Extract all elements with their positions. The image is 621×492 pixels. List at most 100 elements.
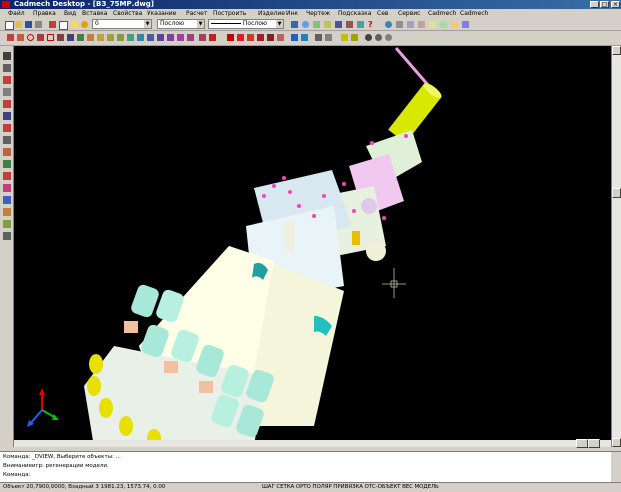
command-scrollbar[interactable]	[611, 452, 621, 482]
tool-5-icon[interactable]	[3, 100, 11, 108]
save-icon[interactable]	[24, 20, 33, 29]
snap-midpoint-icon[interactable]	[236, 33, 245, 42]
snap-quadrant-icon[interactable]	[256, 33, 265, 42]
tool-9-icon[interactable]	[3, 148, 11, 156]
offset-icon[interactable]	[208, 33, 217, 42]
scroll-left-icon[interactable]	[576, 439, 588, 448]
menu-build[interactable]: Построить	[213, 9, 246, 18]
line-icon[interactable]	[6, 33, 15, 42]
zoom-extents-icon[interactable]	[384, 33, 393, 42]
scroll-up-icon[interactable]	[612, 46, 621, 55]
view-iso-icon[interactable]	[417, 20, 426, 29]
tool-14-icon[interactable]	[3, 208, 11, 216]
tool-15-icon[interactable]	[3, 220, 11, 228]
fillet-icon[interactable]	[156, 33, 165, 42]
menu-item[interactable]: Изделие	[258, 9, 285, 18]
snap-center-icon[interactable]	[246, 33, 255, 42]
scroll-right-icon[interactable]	[588, 439, 600, 448]
move-icon[interactable]	[86, 33, 95, 42]
extrude-icon[interactable]	[340, 33, 349, 42]
vertical-scrollbar[interactable]	[611, 46, 621, 447]
shade-icon[interactable]	[428, 20, 437, 29]
snap-endpoint-icon[interactable]	[226, 33, 235, 42]
tool-16-icon[interactable]	[3, 232, 11, 240]
open-icon[interactable]	[14, 20, 23, 29]
erase-icon[interactable]	[186, 33, 195, 42]
tool-8-icon[interactable]	[3, 136, 11, 144]
revolve-icon[interactable]	[350, 33, 359, 42]
color-select[interactable]: Послою ▼	[157, 19, 205, 29]
menu-cadmech-1[interactable]: Cadmech	[428, 9, 456, 18]
chevron-down-icon[interactable]: ▼	[197, 20, 204, 28]
zoom-window-icon[interactable]	[312, 20, 321, 29]
drawing-canvas[interactable]	[14, 46, 611, 447]
circle-icon[interactable]	[26, 33, 35, 42]
block-icon[interactable]	[314, 33, 323, 42]
insert-icon[interactable]	[324, 33, 333, 42]
menu-hint[interactable]: Подсказка	[338, 9, 371, 18]
rectangle-icon[interactable]	[46, 33, 55, 42]
explode-icon[interactable]	[176, 33, 185, 42]
scroll-thumb[interactable]	[612, 188, 621, 198]
menu-sev[interactable]: Сев	[377, 9, 388, 18]
menu-insert[interactable]: Вставка	[82, 9, 107, 18]
pan-icon[interactable]	[290, 20, 299, 29]
tool-4-icon[interactable]	[3, 88, 11, 96]
chamfer-icon[interactable]	[166, 33, 175, 42]
zoom-realtime-icon[interactable]	[301, 20, 310, 29]
orbit-icon[interactable]	[384, 20, 393, 29]
tool-6-icon[interactable]	[3, 112, 11, 120]
arc-icon[interactable]	[36, 33, 45, 42]
tool-1-icon[interactable]	[3, 52, 11, 60]
snap-perpendicular-icon[interactable]	[276, 33, 285, 42]
extend-icon[interactable]	[146, 33, 155, 42]
chevron-down-icon[interactable]: ▼	[144, 20, 151, 28]
snap-intersection-icon[interactable]	[266, 33, 275, 42]
close-button[interactable]: ×	[611, 1, 620, 8]
material-icon[interactable]	[461, 20, 470, 29]
tool-palette-icon[interactable]	[356, 20, 365, 29]
command-window[interactable]: Команда: _DVIEW, Выберите объекты: ... В…	[0, 451, 621, 482]
menu-properties[interactable]: Свойства	[113, 9, 142, 18]
layer-select[interactable]: 0 ▼	[92, 19, 152, 29]
menu-ink[interactable]: Инк	[286, 9, 298, 18]
maximize-button[interactable]: □	[600, 1, 609, 8]
menu-view[interactable]: Вид	[64, 9, 76, 18]
design-center-icon[interactable]	[345, 20, 354, 29]
view-top-icon[interactable]	[406, 20, 415, 29]
menu-drawing[interactable]: Чертеж	[306, 9, 330, 18]
tool-13-icon[interactable]	[3, 196, 11, 204]
text-icon[interactable]	[66, 33, 75, 42]
tool-2-icon[interactable]	[3, 64, 11, 72]
trim-icon[interactable]	[136, 33, 145, 42]
copy-icon[interactable]	[58, 20, 68, 30]
app-icon[interactable]	[2, 1, 10, 8]
ucs-icon[interactable]	[290, 33, 299, 42]
drafting-modes[interactable]: ШАГ СЕТКА ОРТО ПОЛЯР ПРИВЯЗКА ОТС-ОБЪЕКТ…	[262, 483, 439, 492]
zoom-previous-icon[interactable]	[323, 20, 332, 29]
array-icon[interactable]	[198, 33, 207, 42]
help-icon[interactable]: ?	[367, 20, 376, 29]
menu-file[interactable]: Файл	[8, 9, 25, 18]
zoom-in-icon[interactable]	[364, 33, 373, 42]
menu-service[interactable]: Сервис	[398, 9, 420, 18]
chevron-down-icon[interactable]: ▼	[276, 20, 283, 28]
render-icon[interactable]	[439, 20, 448, 29]
menu-edit[interactable]: Правка	[33, 9, 56, 18]
mirror-icon[interactable]	[106, 33, 115, 42]
minimize-button[interactable]: _	[590, 1, 599, 8]
layer-bulb-icon[interactable]	[70, 20, 79, 29]
menu-pointing[interactable]: Указание	[147, 9, 176, 18]
dimension-icon[interactable]	[76, 33, 85, 42]
menu-calc[interactable]: Расчет	[186, 9, 207, 18]
tool-7-icon[interactable]	[3, 124, 11, 132]
tool-3-icon[interactable]	[3, 76, 11, 84]
hatch-icon[interactable]	[56, 33, 65, 42]
ucs-world-icon[interactable]	[300, 33, 309, 42]
scale-icon[interactable]	[126, 33, 135, 42]
tool-10-icon[interactable]	[3, 160, 11, 168]
layer-sun-icon[interactable]	[80, 20, 89, 29]
light-icon[interactable]	[450, 20, 459, 29]
view-front-icon[interactable]	[395, 20, 404, 29]
cut-icon[interactable]	[48, 20, 57, 29]
